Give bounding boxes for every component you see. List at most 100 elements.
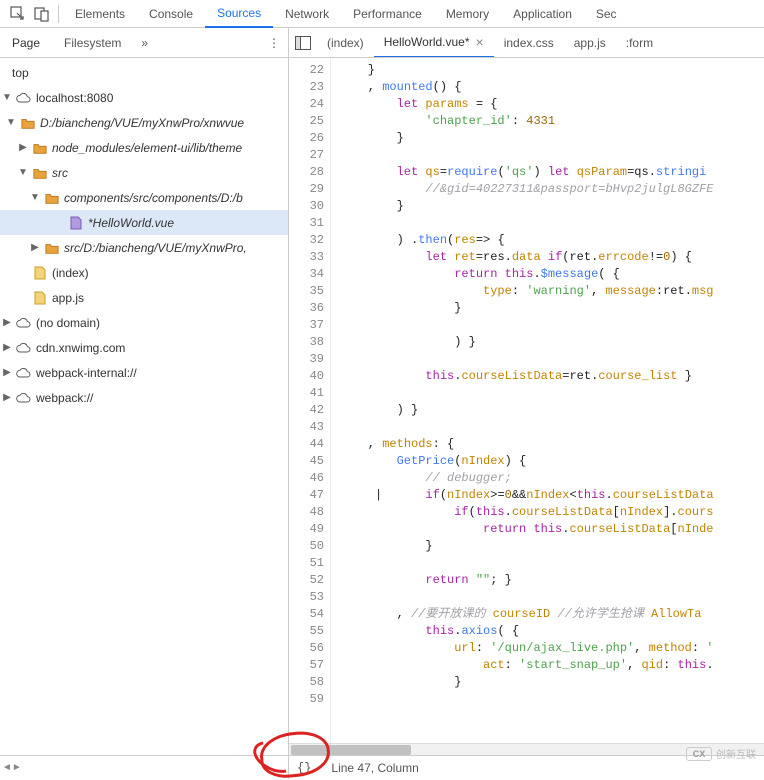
chevron-right-icon[interactable]: ▶ bbox=[2, 317, 12, 328]
kebab-menu-icon[interactable]: ⋮ bbox=[260, 36, 288, 50]
close-icon[interactable]: × bbox=[476, 34, 484, 50]
file-tab[interactable]: :form bbox=[616, 28, 663, 57]
line-number[interactable]: 47 bbox=[289, 487, 324, 504]
code-line[interactable]: this.courseListData=ret.course_list } bbox=[339, 368, 764, 385]
line-number[interactable]: 29 bbox=[289, 181, 324, 198]
tree-row[interactable]: top bbox=[0, 60, 288, 85]
code-line[interactable]: let qs=require('qs') let qsParam=qs.stri… bbox=[339, 164, 764, 181]
chevron-right-icon[interactable]: ▶ bbox=[2, 392, 12, 403]
line-number[interactable]: 53 bbox=[289, 589, 324, 606]
chevron-down-icon[interactable]: ▼ bbox=[30, 192, 40, 203]
pretty-print-icon[interactable]: {} bbox=[289, 761, 319, 775]
code-line[interactable]: , mounted() { bbox=[339, 79, 764, 96]
code-line[interactable]: 'chapter_id': 4331 bbox=[339, 113, 764, 130]
chevron-right-icon[interactable]: ▶ bbox=[2, 367, 12, 378]
inspect-icon[interactable] bbox=[6, 2, 30, 26]
line-number[interactable]: 41 bbox=[289, 385, 324, 402]
code-line[interactable]: url: '/qun/ajax_live.php', method: ' bbox=[339, 640, 764, 657]
line-number[interactable]: 37 bbox=[289, 317, 324, 334]
tree-row[interactable]: ▶node_modules/element-ui/lib/theme bbox=[0, 135, 288, 160]
line-number[interactable]: 26 bbox=[289, 130, 324, 147]
file-tab[interactable]: app.js bbox=[564, 28, 616, 57]
line-number[interactable]: 39 bbox=[289, 351, 324, 368]
subtab-filesystem[interactable]: Filesystem bbox=[52, 28, 133, 58]
code-line[interactable]: // debugger; bbox=[339, 470, 764, 487]
tab-application[interactable]: Application bbox=[501, 0, 584, 28]
line-number[interactable]: 42 bbox=[289, 402, 324, 419]
code-line[interactable]: ) } bbox=[339, 402, 764, 419]
code-line[interactable] bbox=[339, 317, 764, 334]
line-number[interactable]: 22 bbox=[289, 62, 324, 79]
code-line[interactable]: } bbox=[339, 300, 764, 317]
line-number[interactable]: 54 bbox=[289, 606, 324, 623]
code-line[interactable] bbox=[339, 419, 764, 436]
line-number[interactable]: 33 bbox=[289, 249, 324, 266]
code-line[interactable]: type: 'warning', message:ret.msg bbox=[339, 283, 764, 300]
line-number[interactable]: 50 bbox=[289, 538, 324, 555]
code-line[interactable]: return this.courseListData[nInde bbox=[339, 521, 764, 538]
line-number[interactable]: 55 bbox=[289, 623, 324, 640]
subtab-page[interactable]: Page bbox=[0, 28, 52, 58]
scroll-right-icon[interactable]: ► bbox=[12, 762, 22, 773]
line-number[interactable]: 23 bbox=[289, 79, 324, 96]
chevron-right-icon[interactable]: ▶ bbox=[18, 142, 28, 153]
code-editor[interactable]: 2223242526272829303132333435363738394041… bbox=[289, 58, 764, 755]
line-number[interactable]: 38 bbox=[289, 334, 324, 351]
tab-performance[interactable]: Performance bbox=[341, 0, 434, 28]
line-number[interactable]: 48 bbox=[289, 504, 324, 521]
more-subtabs-icon[interactable]: » bbox=[133, 36, 156, 50]
code-line[interactable]: } bbox=[339, 674, 764, 691]
code-line[interactable]: } bbox=[339, 62, 764, 79]
code-line[interactable] bbox=[339, 215, 764, 232]
device-toggle-icon[interactable] bbox=[30, 2, 54, 26]
code-line[interactable] bbox=[339, 147, 764, 164]
code-line[interactable]: return ""; } bbox=[339, 572, 764, 589]
code-line[interactable]: ) } bbox=[339, 334, 764, 351]
file-tab[interactable]: index.css bbox=[494, 28, 564, 57]
code-line[interactable] bbox=[339, 691, 764, 708]
tree-row[interactable]: (index) bbox=[0, 260, 288, 285]
line-number[interactable]: 27 bbox=[289, 147, 324, 164]
code-line[interactable] bbox=[339, 351, 764, 368]
line-number[interactable]: 44 bbox=[289, 436, 324, 453]
line-number[interactable]: 25 bbox=[289, 113, 324, 130]
code-line[interactable]: act: 'start_snap_up', qid: this. bbox=[339, 657, 764, 674]
line-number[interactable]: 59 bbox=[289, 691, 324, 708]
line-number[interactable]: 57 bbox=[289, 657, 324, 674]
code-line[interactable]: } bbox=[339, 198, 764, 215]
toggle-navigator-icon[interactable] bbox=[289, 28, 317, 57]
tree-row[interactable]: ▶webpack:// bbox=[0, 385, 288, 410]
code-line[interactable]: } bbox=[339, 130, 764, 147]
line-number[interactable]: 35 bbox=[289, 283, 324, 300]
tree-row[interactable]: *HelloWorld.vue bbox=[0, 210, 288, 235]
line-number[interactable]: 56 bbox=[289, 640, 324, 657]
line-number[interactable]: 49 bbox=[289, 521, 324, 538]
code-line[interactable] bbox=[339, 555, 764, 572]
code-line[interactable]: //&gid=40227311&passport=bHvp2julgL8GZFE bbox=[339, 181, 764, 198]
file-tab[interactable]: (index) bbox=[317, 28, 374, 57]
code-line[interactable]: this.axios( { bbox=[339, 623, 764, 640]
code-line[interactable]: | if(nIndex>=0&&nIndex<this.courseListDa… bbox=[339, 487, 764, 504]
tree-row[interactable]: ▼components/src/components/D:/b bbox=[0, 185, 288, 210]
line-number[interactable]: 40 bbox=[289, 368, 324, 385]
code-line[interactable]: GetPrice(nIndex) { bbox=[339, 453, 764, 470]
scroll-left-icon[interactable]: ◄ bbox=[2, 762, 12, 773]
line-number[interactable]: 43 bbox=[289, 419, 324, 436]
chevron-down-icon[interactable]: ▼ bbox=[6, 117, 16, 128]
tab-network[interactable]: Network bbox=[273, 0, 341, 28]
code-line[interactable]: } bbox=[339, 538, 764, 555]
scrollbar-thumb[interactable] bbox=[291, 745, 411, 755]
line-number[interactable]: 30 bbox=[289, 198, 324, 215]
code-line[interactable]: let params = { bbox=[339, 96, 764, 113]
line-number[interactable]: 51 bbox=[289, 555, 324, 572]
code-line[interactable]: , //要开放课的 courseID //允许学生抢课 AllowTa bbox=[339, 606, 764, 623]
code-line[interactable]: ) .then(res=> { bbox=[339, 232, 764, 249]
file-tab[interactable]: HelloWorld.vue*× bbox=[374, 28, 494, 57]
tree-row[interactable]: app.js bbox=[0, 285, 288, 310]
tree-row[interactable]: ▶src/D:/biancheng/VUE/myXnwPro, bbox=[0, 235, 288, 260]
tab-sec[interactable]: Sec bbox=[584, 0, 629, 28]
code-line[interactable]: if(this.courseListData[nIndex].cours bbox=[339, 504, 764, 521]
tab-console[interactable]: Console bbox=[137, 0, 205, 28]
tab-elements[interactable]: Elements bbox=[63, 0, 137, 28]
line-number[interactable]: 24 bbox=[289, 96, 324, 113]
